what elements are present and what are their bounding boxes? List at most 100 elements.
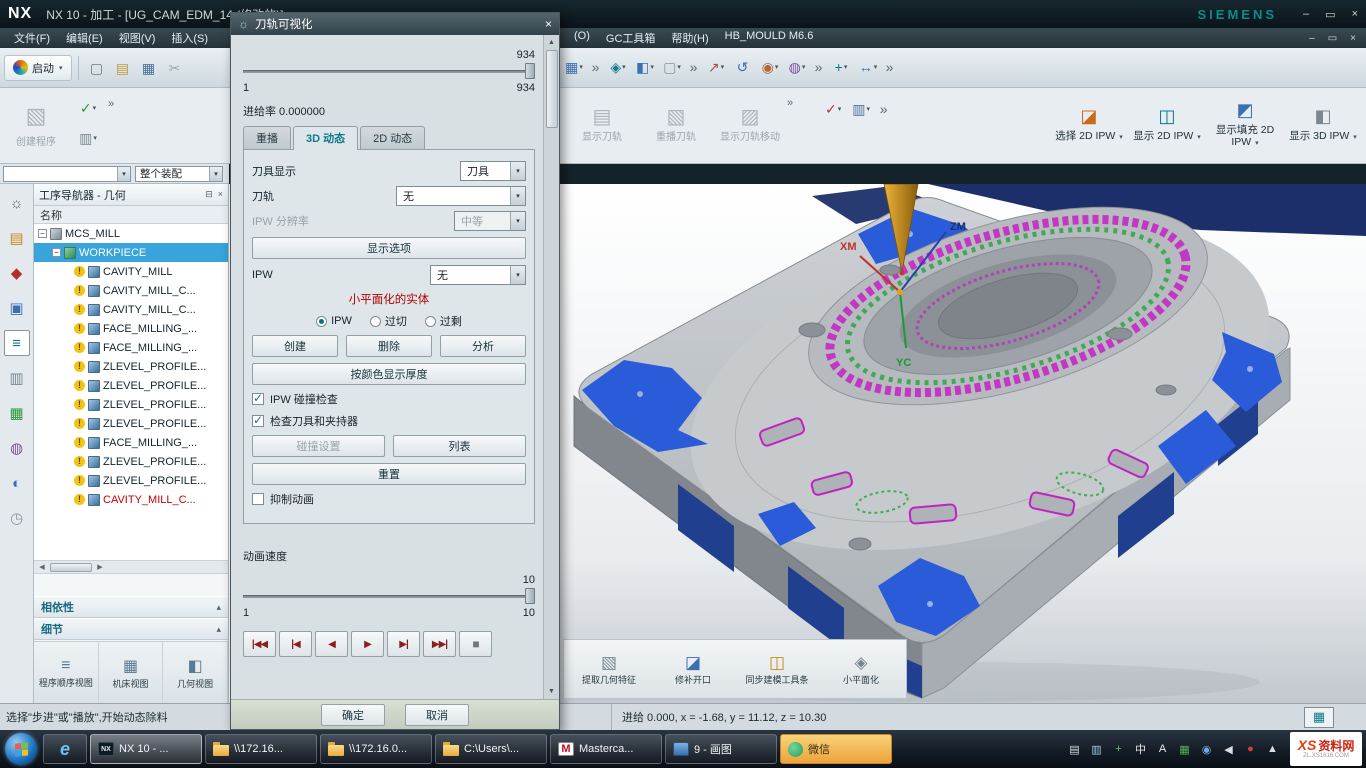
menu-view[interactable]: 视图(V): [111, 30, 164, 46]
tab-2d-dynamic[interactable]: 2D 动态: [360, 126, 425, 150]
ipw-select[interactable]: 无 ▾: [430, 265, 526, 285]
tree-item-operation[interactable]: ! CAVITY_MILL_C...: [34, 281, 228, 300]
tree-item-operation[interactable]: ! ZLEVEL_PROFILE...: [34, 376, 228, 395]
gouge-radio[interactable]: 过切: [370, 313, 407, 329]
show-toolpath-button[interactable]: ▤ 显示刀轨: [565, 91, 639, 157]
save-button[interactable]: ▦: [137, 56, 161, 80]
show-cut-motion-button[interactable]: ▨ 显示刀轨移动: [713, 91, 787, 157]
scrollbar-thumb[interactable]: [50, 563, 92, 572]
ok-button[interactable]: 确定: [321, 704, 385, 726]
tray-alert-icon[interactable]: ●: [1242, 743, 1259, 755]
tree-item-operation[interactable]: ! CAVITY_MILL_C...: [34, 300, 228, 319]
scroll-up-icon[interactable]: ▲: [548, 36, 555, 49]
overflow-chevron[interactable]: »: [687, 55, 701, 79]
progress-slider[interactable]: [243, 63, 535, 79]
dialog-close-button[interactable]: ×: [545, 17, 552, 31]
window-style-button[interactable]: ▢▾: [660, 55, 684, 79]
scroll-down-icon[interactable]: ▼: [548, 685, 555, 698]
progress-slider-thumb[interactable]: [525, 63, 535, 79]
show-filled-2d-ipw-button[interactable]: ◩ 显示填充 2D IPW ▾: [1206, 91, 1284, 157]
web-browser-icon[interactable]: ◐: [4, 470, 30, 496]
speed-slider-thumb[interactable]: [525, 588, 535, 604]
overflow-chevron[interactable]: »: [589, 55, 603, 79]
replay-toolpath-button[interactable]: ▧ 重播刀轨: [639, 91, 713, 157]
menu-tools[interactable]: (O): [566, 30, 598, 46]
selection-scope-combo[interactable]: 整个装配 ▾: [135, 166, 223, 182]
tree-item-operation[interactable]: ! CAVITY_MILL_C...: [34, 490, 228, 509]
geometry-view-button[interactable]: ◧ 几何视图: [163, 642, 228, 703]
doc-minimize-button[interactable]: –: [1309, 33, 1315, 44]
tree-item-operation[interactable]: ! ZLEVEL_PROFILE...: [34, 452, 228, 471]
reuse-library-icon[interactable]: ▦: [4, 400, 30, 426]
overflow-chevron[interactable]: »: [877, 97, 891, 121]
go-to-start-button[interactable]: |◀◀: [243, 631, 276, 657]
analysis-button[interactable]: ◍▾: [785, 55, 809, 79]
render-style-button[interactable]: ◉▾: [758, 55, 782, 79]
ipw-resolution-select[interactable]: 中等 ▾: [454, 211, 526, 231]
dialog-titlebar[interactable]: ☼ 刀轨可视化 ×: [231, 13, 559, 35]
create-program-button[interactable]: ▧ 创建程序: [4, 92, 68, 158]
slider-track[interactable]: [243, 70, 535, 73]
suppress-animation-check[interactable]: 抑制动画: [252, 491, 526, 507]
extract-geometry-button[interactable]: ▧ 提取几何特征: [568, 642, 650, 696]
details-panel-header[interactable]: 细节 ▴: [34, 618, 228, 640]
tree-item-operation[interactable]: ! FACE_MILLING_...: [34, 433, 228, 452]
tree-item-mcs-mill[interactable]: − MCS_MILL: [34, 224, 228, 243]
list-button[interactable]: 列表: [393, 435, 526, 457]
scrollbar-thumb[interactable]: [546, 50, 558, 128]
machine-tool-view-button[interactable]: ▦ 机床视图: [99, 642, 164, 703]
doc-restore-button[interactable]: ▭: [1328, 33, 1337, 44]
status-grid-button[interactable]: ▦: [1304, 707, 1334, 728]
measure-button[interactable]: ↔▾: [856, 55, 880, 79]
show-2d-ipw-button[interactable]: ◫ 显示 2D IPW ▾: [1128, 91, 1206, 157]
excess-radio[interactable]: 过剩: [425, 313, 462, 329]
navigator-column-header[interactable]: 名称: [34, 206, 228, 224]
navigator-pin-icon[interactable]: ⊟: [205, 189, 213, 200]
tray-language-icon[interactable]: A: [1154, 743, 1171, 755]
select-2d-ipw-button[interactable]: ◪ 选择 2D IPW ▾: [1050, 91, 1128, 157]
app-restore-button[interactable]: ▭: [1325, 8, 1335, 21]
tray-doc-icon[interactable]: ▤: [1066, 743, 1083, 756]
taskbar-wechat-button[interactable]: 微信: [780, 734, 892, 764]
scroll-right-icon[interactable]: ▶: [94, 563, 106, 571]
thickness-by-color-button[interactable]: 按颜色显示厚度: [252, 363, 526, 385]
single-step-back-button[interactable]: |◀: [279, 631, 312, 657]
cut-button[interactable]: ✂: [163, 56, 187, 80]
tree-item-operation[interactable]: ! CAVITY_MILL: [34, 262, 228, 281]
ipw-collision-check[interactable]: IPW 碰撞检查: [252, 391, 526, 407]
dependencies-panel-header[interactable]: 相依性 ▴: [34, 596, 228, 618]
single-step-forward-button[interactable]: ▶|: [387, 631, 420, 657]
overflow-chevron[interactable]: »: [812, 55, 826, 79]
start-button[interactable]: [5, 733, 37, 765]
stop-button[interactable]: ■: [459, 631, 492, 657]
roles-gear-icon[interactable]: ☼: [4, 190, 30, 216]
go-to-end-button[interactable]: ▶▶|: [423, 631, 456, 657]
toolpath-select[interactable]: 无 ▾: [396, 186, 526, 206]
assembly-navigator-icon[interactable]: ▤: [4, 225, 30, 251]
show-3d-ipw-button[interactable]: ◧ 显示 3D IPW ▾: [1284, 91, 1362, 157]
synchronous-modeling-button[interactable]: ◫ 同步建模工具条: [736, 642, 818, 696]
navigator-close-icon[interactable]: ×: [218, 189, 223, 200]
taskbar-users-button[interactable]: C:\Users\...: [435, 734, 547, 764]
scroll-left-icon[interactable]: ◀: [36, 563, 48, 571]
tray-update-icon[interactable]: +: [1110, 743, 1127, 755]
hd3d-tools-icon[interactable]: ◍: [4, 435, 30, 461]
view-cube-button[interactable]: ◧▾: [633, 55, 657, 79]
dialog-scrollbar[interactable]: ▲ ▼: [543, 35, 559, 699]
taskbar-mastercam-button[interactable]: M Masterca...: [550, 734, 662, 764]
rotate-view-button[interactable]: ↺: [731, 55, 755, 79]
new-file-button[interactable]: ▢: [85, 56, 109, 80]
collision-settings-button[interactable]: 碰撞设置: [252, 435, 385, 457]
taskbar-nx-button[interactable]: NX NX 10 - ...: [90, 734, 202, 764]
constraint-navigator-icon[interactable]: ◆: [4, 260, 30, 286]
show-options-button[interactable]: 显示选项: [252, 237, 526, 259]
menu-file[interactable]: 文件(F): [6, 30, 58, 46]
create-button[interactable]: 创建: [252, 335, 338, 357]
history-icon[interactable]: ◷: [4, 505, 30, 531]
tool-display-select[interactable]: 刀具 ▾: [460, 161, 526, 181]
expander-icon[interactable]: −: [52, 248, 61, 257]
app-close-button[interactable]: ×: [1352, 8, 1358, 21]
doc-close-button[interactable]: ×: [1350, 33, 1356, 44]
tree-item-operation[interactable]: ! ZLEVEL_PROFILE...: [34, 395, 228, 414]
tree-horizontal-scrollbar[interactable]: ◀ ▶: [34, 560, 228, 574]
